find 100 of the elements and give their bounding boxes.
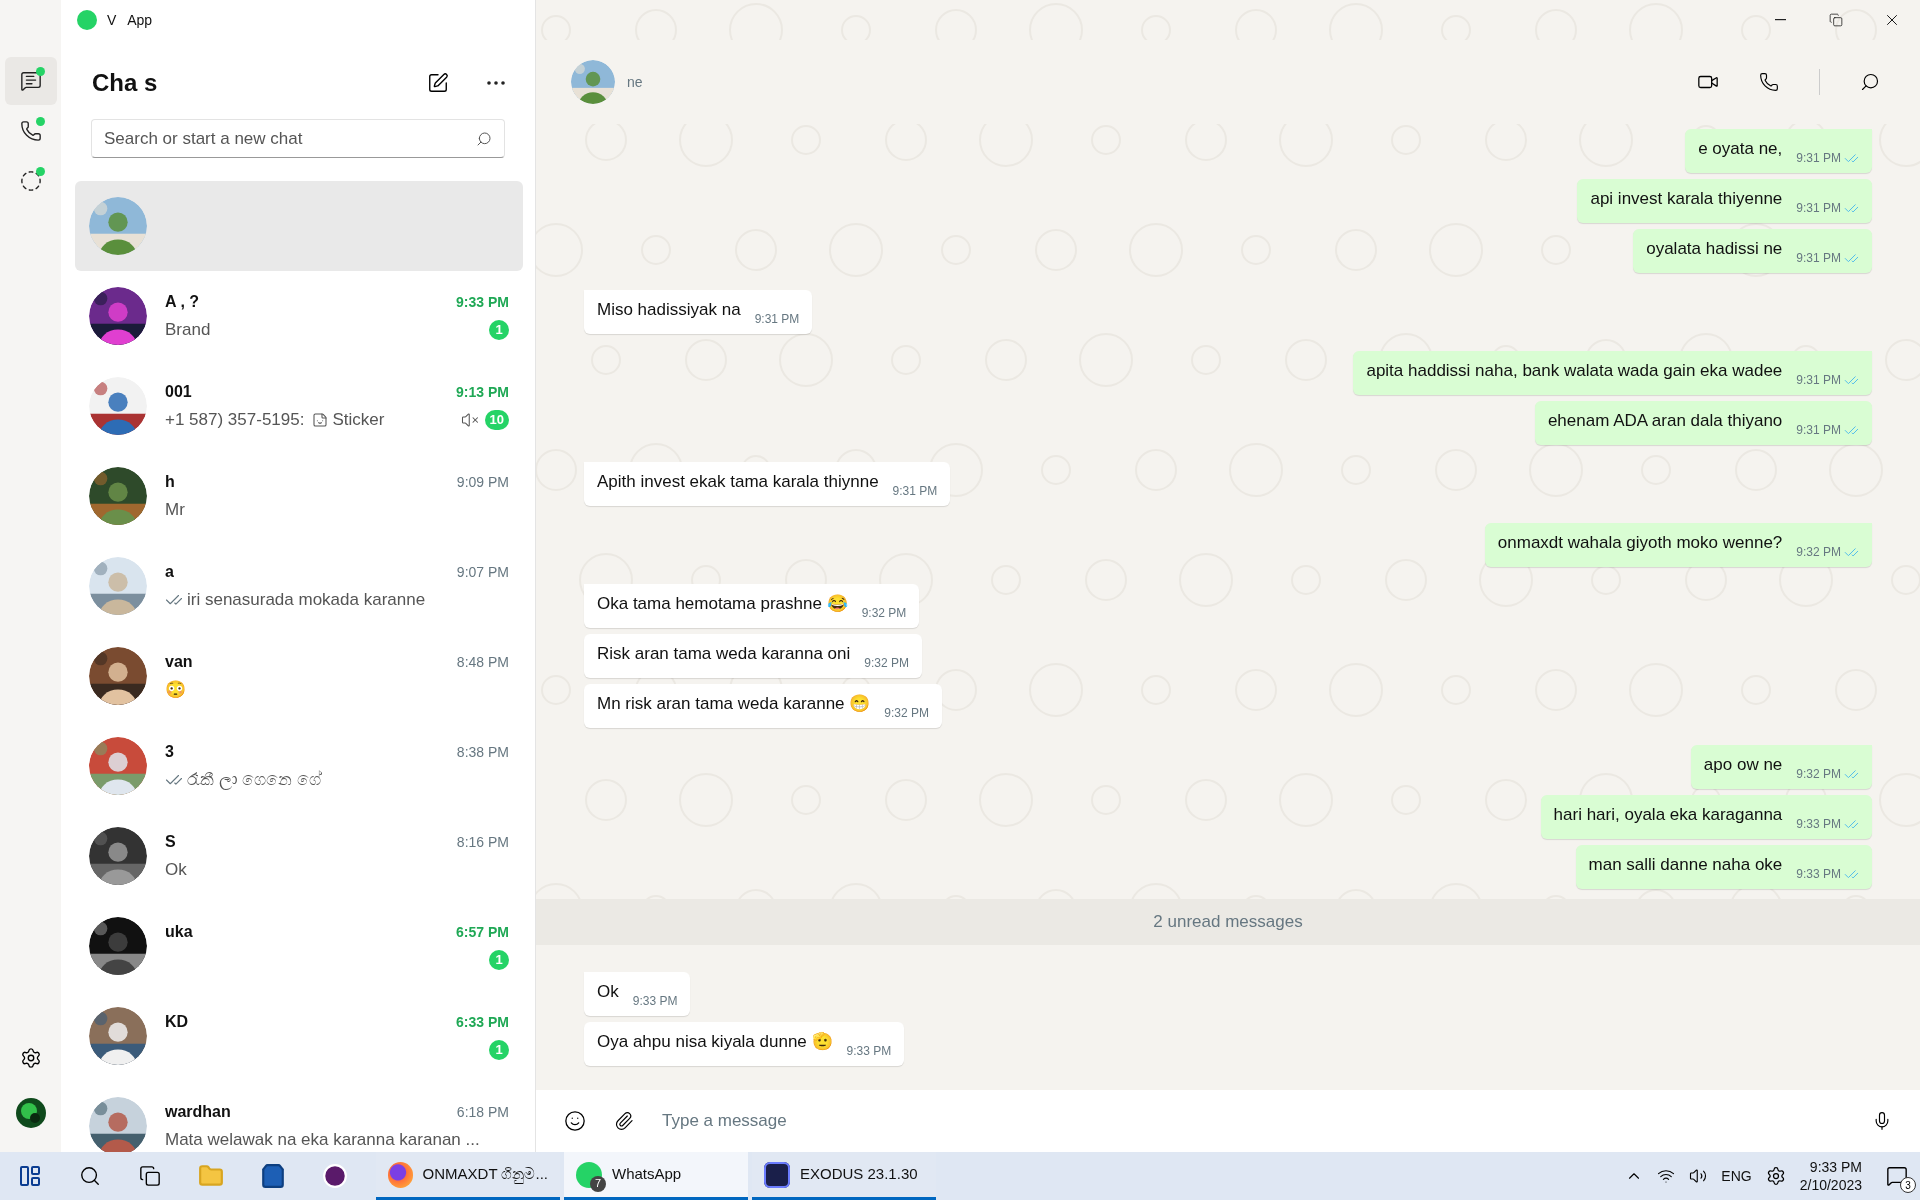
message-preview: Mata welawak na eka karanna karanan ...	[165, 1129, 480, 1152]
message-time: 9:33 PM	[456, 292, 509, 312]
contact-name: S	[165, 832, 176, 852]
firefox-icon	[388, 1161, 413, 1188]
message-preview: රෑකී ලා ගෙනෙ ගේ	[187, 769, 322, 792]
volume-icon[interactable]	[1689, 1167, 1708, 1185]
message-time: 9:09 PM	[456, 472, 509, 492]
settings-icon	[19, 1047, 42, 1069]
emoji-button[interactable]	[564, 1110, 586, 1132]
search-button[interactable]	[1860, 72, 1880, 92]
contact-name: A , ?	[165, 292, 200, 312]
message-time: 9:13 PM	[456, 382, 509, 402]
message-preview: Mr	[165, 499, 185, 522]
language-indicator[interactable]: ENG	[1721, 1165, 1752, 1187]
message-time: 9:31 PM	[1796, 372, 1841, 389]
message-time: 6:33 PM	[456, 1012, 509, 1032]
message-time: 9:31 PM	[1796, 250, 1841, 267]
message-text: Ok	[597, 980, 619, 1003]
contact-name: uka	[165, 922, 193, 942]
taskbar-app[interactable]: 7 WhatsApp	[564, 1152, 748, 1200]
attach-button[interactable]	[614, 1111, 634, 1131]
contact-name: wardhan	[165, 1102, 231, 1122]
message-time: 8:16 PM	[456, 832, 509, 852]
contact-name: 001	[165, 382, 192, 402]
message-preview: 😳	[165, 679, 186, 702]
search-icon	[79, 1165, 101, 1187]
smiley-icon	[564, 1110, 586, 1132]
phone-icon	[1759, 72, 1779, 92]
exodus-icon	[764, 1161, 790, 1188]
message-time: 9:31 PM	[1796, 150, 1841, 167]
message-preview: iri senasurada mokada karanne	[187, 589, 426, 612]
task-view-icon	[139, 1165, 161, 1187]
message-time: 9:31 PM	[1796, 422, 1841, 439]
message-time: 9:07 PM	[456, 562, 509, 582]
message-time: 9:32 PM	[861, 605, 907, 622]
more-button[interactable]	[487, 81, 505, 85]
message-text: man salli danne naha oke	[1588, 853, 1783, 876]
message-text: ehenam ADA aran dala thiyano	[1547, 409, 1783, 432]
message-text: apo ow ne	[1703, 753, 1783, 776]
restore-icon	[1829, 13, 1843, 27]
message-text: Oka tama hemotama prashne 😂	[597, 592, 848, 615]
message-time: 8:38 PM	[456, 742, 509, 762]
clock[interactable]: 9:33 PM 2/10/2023	[1799, 1158, 1862, 1194]
contact-name: van	[165, 652, 193, 672]
message-time: 9:33 PM	[1796, 816, 1841, 833]
message-text: Risk aran tama weda karanna oni	[597, 642, 851, 665]
whatsapp-icon	[576, 1161, 602, 1188]
search-icon	[1860, 72, 1880, 92]
message-time: 9:32 PM	[864, 655, 909, 672]
contact-name: KD	[165, 1012, 189, 1032]
message-time: 9:32 PM	[1796, 766, 1841, 783]
status-icon	[19, 170, 42, 192]
message-text: Oya ahpu nisa kiyala dunne 🫡	[597, 1030, 833, 1053]
message-text: Miso hadissiyak na	[597, 298, 741, 321]
media-label: Sticker	[332, 409, 385, 432]
play-icon	[322, 1163, 348, 1189]
panel-title: Cha s	[92, 68, 158, 98]
paperclip-icon	[614, 1111, 634, 1131]
phone-icon	[19, 120, 42, 142]
unread-label: 2 unread messages	[1153, 911, 1303, 934]
message-time: 9:33 PM	[632, 993, 678, 1010]
notification-count: 3	[1900, 1177, 1916, 1193]
message-text: onmaxdt wahala giyoth moko wenne?	[1497, 531, 1783, 554]
clock-time: 9:33 PM	[1809, 1158, 1862, 1176]
message-text: Mn risk aran tama weda karanne 😁	[597, 692, 871, 715]
shopping-bag-icon	[260, 1163, 286, 1189]
unread-count: 10	[484, 410, 509, 430]
chat-icon	[19, 70, 42, 92]
gear-icon[interactable]	[1765, 1166, 1786, 1186]
search-icon	[476, 130, 492, 147]
voice-call-button[interactable]	[1759, 72, 1779, 92]
message-time: 9:32 PM	[884, 705, 929, 722]
minimize-icon	[1774, 19, 1786, 21]
message-text: e oyata ne,	[1698, 137, 1783, 160]
message-preview: +1 587) 357-5195:	[165, 409, 305, 432]
window-title: V App	[107, 10, 153, 30]
contact-name: a	[165, 562, 174, 582]
message-text: oyalata hadissi ne	[1646, 237, 1783, 260]
message-composer[interactable]: Type a message	[536, 1090, 1920, 1152]
contact-status: ne	[627, 72, 643, 92]
unread-count: 1	[489, 320, 509, 340]
message-time: 9:33 PM	[846, 1043, 892, 1060]
more-icon	[487, 81, 505, 85]
message-text: hari hari, oyala eka karaganna	[1553, 803, 1783, 826]
message-input[interactable]: Type a message	[662, 1108, 1844, 1134]
contact-name: 3	[165, 742, 174, 762]
chats-tab[interactable]	[4, 57, 57, 105]
clock-date: 2/10/2023	[1799, 1176, 1862, 1194]
new-chat-button[interactable]	[427, 72, 449, 94]
message-time: 9:31 PM	[754, 311, 800, 328]
message-time: 9:32 PM	[1796, 544, 1841, 561]
search-field[interactable]: Search or start a new chat	[91, 119, 505, 158]
message-text: apita haddissi naha, bank walata wada gain eka wadee	[1366, 359, 1783, 382]
whatsapp-logo-icon	[77, 10, 97, 30]
search-input[interactable]: Search or start a new chat	[104, 125, 476, 152]
message-time: 8:48 PM	[456, 652, 509, 672]
unread-count: 1	[489, 1040, 509, 1060]
sticker-icon	[312, 412, 329, 428]
message-preview: Ok	[165, 859, 187, 882]
message-text: api invest karala thiyenne	[1590, 187, 1783, 210]
